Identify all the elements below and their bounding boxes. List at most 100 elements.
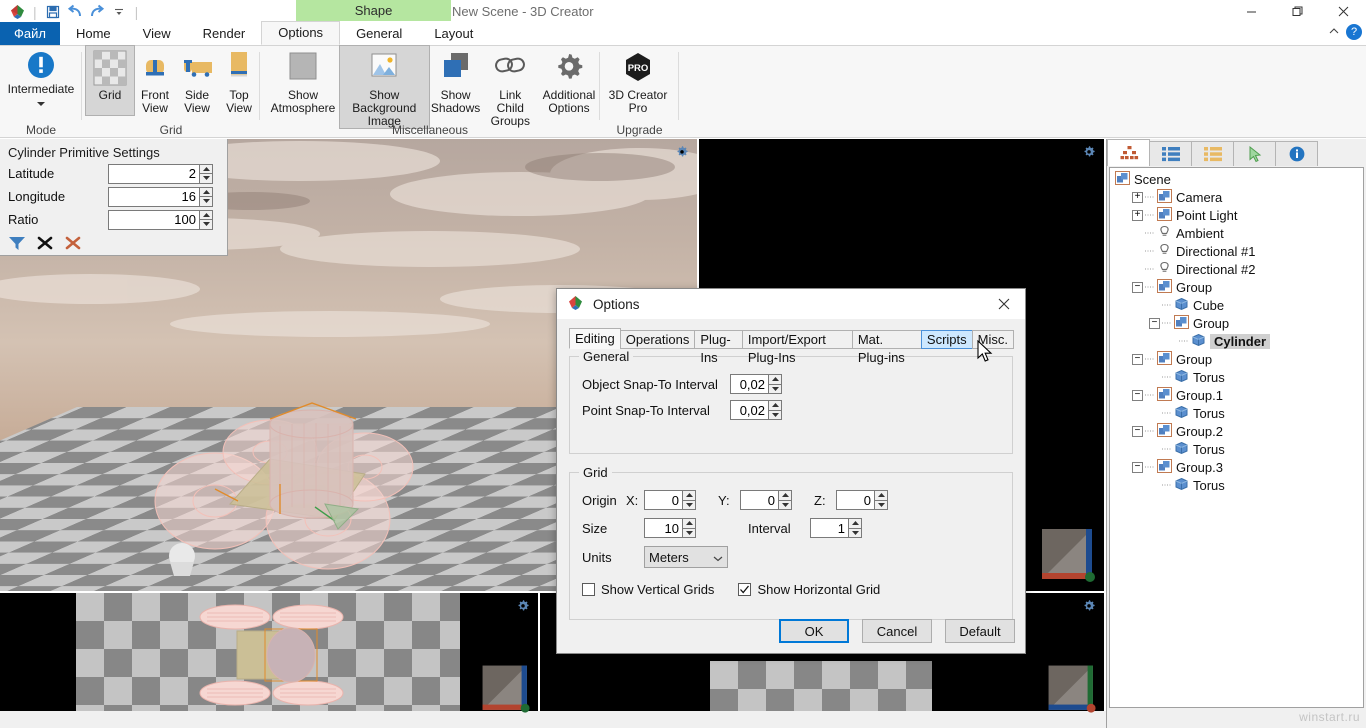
ratio-down-icon[interactable] (199, 219, 213, 230)
materials-list-tab[interactable] (1191, 141, 1234, 166)
tree-node-torus[interactable]: Torus (1112, 368, 1363, 386)
viewport-settings-icon[interactable] (516, 599, 530, 616)
origin-x-stepper[interactable] (644, 490, 696, 510)
tree-node-torus[interactable]: Torus (1112, 404, 1363, 422)
front-view-button[interactable]: Front View (134, 46, 176, 115)
checkbox-box[interactable] (582, 582, 595, 596)
tree-node-cylinder[interactable]: Cylinder (1112, 332, 1363, 350)
point-snap-input[interactable] (730, 400, 768, 420)
checkbox-box[interactable] (738, 582, 752, 596)
dialog-tab-import-export-plug-ins[interactable]: Import/Export Plug-Ins (741, 330, 853, 365)
tree-node-directional-1[interactable]: Directional #1 (1112, 242, 1363, 260)
tree-node-group-2[interactable]: − Group.2 (1112, 422, 1363, 440)
additional-options-button[interactable]: Additional Options (538, 46, 600, 128)
apply-filter-icon[interactable] (8, 235, 26, 254)
origin-z-input[interactable] (836, 490, 874, 510)
dialog-tab-mat-plug-ins[interactable]: Mat. Plug-ins (851, 330, 922, 365)
origin-x-up-icon[interactable] (682, 490, 696, 500)
tree-node-scene[interactable]: Scene (1112, 170, 1363, 188)
app-logo-icon[interactable] (6, 1, 28, 22)
tree-node-group[interactable]: − Group (1112, 314, 1363, 332)
ribbon-tab-options[interactable]: Options (261, 21, 341, 45)
undo-icon[interactable] (64, 1, 86, 22)
origin-z-down-icon[interactable] (874, 499, 888, 510)
cancel-button[interactable]: Cancel (862, 619, 932, 643)
point-snap-down-icon[interactable] (768, 409, 782, 420)
maximize-icon[interactable] (1274, 0, 1320, 23)
help-icon[interactable]: ? (1346, 24, 1362, 40)
tree-node-torus[interactable]: Torus (1112, 476, 1363, 494)
tree-expander-icon[interactable]: + (1132, 209, 1143, 221)
interval-stepper[interactable] (810, 518, 862, 538)
tree-node-group-1[interactable]: − Group.1 (1112, 386, 1363, 404)
latitude-down-icon[interactable] (199, 173, 213, 184)
size-stepper[interactable] (644, 518, 696, 538)
interval-down-icon[interactable] (848, 527, 862, 538)
collapse-ribbon-icon[interactable] (1328, 25, 1340, 40)
side-view-button[interactable]: Side View (176, 46, 218, 115)
top-view-button[interactable]: Top View (218, 46, 260, 115)
show-horizontal-grid-checkbox[interactable]: Show Horizontal Grid (738, 582, 880, 597)
chevron-down-icon[interactable] (35, 96, 47, 111)
tree-node-group[interactable]: − Group (1112, 278, 1363, 296)
default-button[interactable]: Default (945, 619, 1015, 643)
interval-up-icon[interactable] (848, 518, 862, 528)
close-black-icon[interactable] (36, 235, 54, 254)
dialog-close-icon[interactable] (983, 289, 1025, 319)
3d-creator-pro-button[interactable]: PRO 3D Creator Pro (600, 46, 676, 115)
show-atmosphere-button[interactable]: Show Atmosphere (266, 46, 340, 128)
minimize-icon[interactable] (1228, 0, 1274, 23)
scene-tree[interactable]: Scene + Camera + Point Light Ambient Direction… (1109, 167, 1364, 708)
dialog-tab-plug-ins[interactable]: Plug-Ins (694, 330, 743, 365)
object-snap-stepper[interactable] (730, 374, 782, 394)
tree-expander-icon[interactable]: − (1149, 317, 1160, 329)
close-red-icon[interactable] (64, 235, 82, 254)
tree-node-directional-2[interactable]: Directional #2 (1112, 260, 1363, 278)
tree-node-group[interactable]: − Group (1112, 350, 1363, 368)
origin-y-up-icon[interactable] (778, 490, 792, 500)
origin-z-up-icon[interactable] (874, 490, 888, 500)
tree-expander-icon[interactable]: − (1132, 353, 1143, 365)
ribbon-tab-general[interactable]: General (340, 22, 418, 45)
ratio-input[interactable] (108, 209, 199, 230)
tree-expander-icon[interactable]: − (1132, 281, 1143, 293)
tree-expander-icon[interactable]: − (1132, 425, 1143, 437)
tree-node-point-light[interactable]: + Point Light (1112, 206, 1363, 224)
origin-y-input[interactable] (740, 490, 778, 510)
object-snap-input[interactable] (730, 374, 768, 394)
top-viewport[interactable] (0, 593, 538, 721)
close-icon[interactable] (1320, 0, 1366, 23)
ribbon-tab-home[interactable]: Home (60, 22, 127, 45)
ribbon-tab-file[interactable]: Файл (0, 22, 60, 45)
show-background-image-button[interactable]: Show Background Image (339, 45, 430, 129)
origin-z-stepper[interactable] (836, 490, 888, 510)
object-snap-up-icon[interactable] (768, 374, 782, 384)
redo-icon[interactable] (86, 1, 108, 22)
tree-node-cube[interactable]: Cube (1112, 296, 1363, 314)
longitude-up-icon[interactable] (199, 186, 213, 196)
tree-node-ambient[interactable]: Ambient (1112, 224, 1363, 242)
customize-qat-icon[interactable] (108, 1, 130, 22)
tree-expander-icon[interactable]: − (1132, 461, 1143, 473)
object-snap-down-icon[interactable] (768, 383, 782, 394)
contextual-tab-shape[interactable]: Shape (296, 0, 451, 21)
size-down-icon[interactable] (682, 527, 696, 538)
ribbon-tab-layout[interactable]: Layout (418, 22, 489, 45)
longitude-stepper[interactable] (108, 186, 213, 207)
show-shadows-button[interactable]: Show Shadows (429, 46, 483, 128)
dialog-tab-operations[interactable]: Operations (619, 330, 696, 349)
dialog-tab-scripts[interactable]: Scripts (920, 330, 973, 349)
size-up-icon[interactable] (682, 518, 696, 528)
show-vertical-grids-checkbox[interactable]: Show Vertical Grids (582, 582, 714, 597)
dialog-tab-misc[interactable]: Misc. (971, 330, 1014, 349)
units-select[interactable]: Meters (644, 546, 728, 568)
latitude-stepper[interactable] (108, 163, 213, 184)
ok-button[interactable]: OK (779, 619, 849, 643)
intermediate-mode-button[interactable]: Intermediate (0, 46, 82, 111)
point-snap-up-icon[interactable] (768, 400, 782, 410)
tree-node-camera[interactable]: + Camera (1112, 188, 1363, 206)
tree-node-torus[interactable]: Torus (1112, 440, 1363, 458)
viewport-settings-icon[interactable] (1082, 145, 1096, 162)
origin-x-input[interactable] (644, 490, 682, 510)
objects-list-tab[interactable] (1149, 141, 1192, 166)
